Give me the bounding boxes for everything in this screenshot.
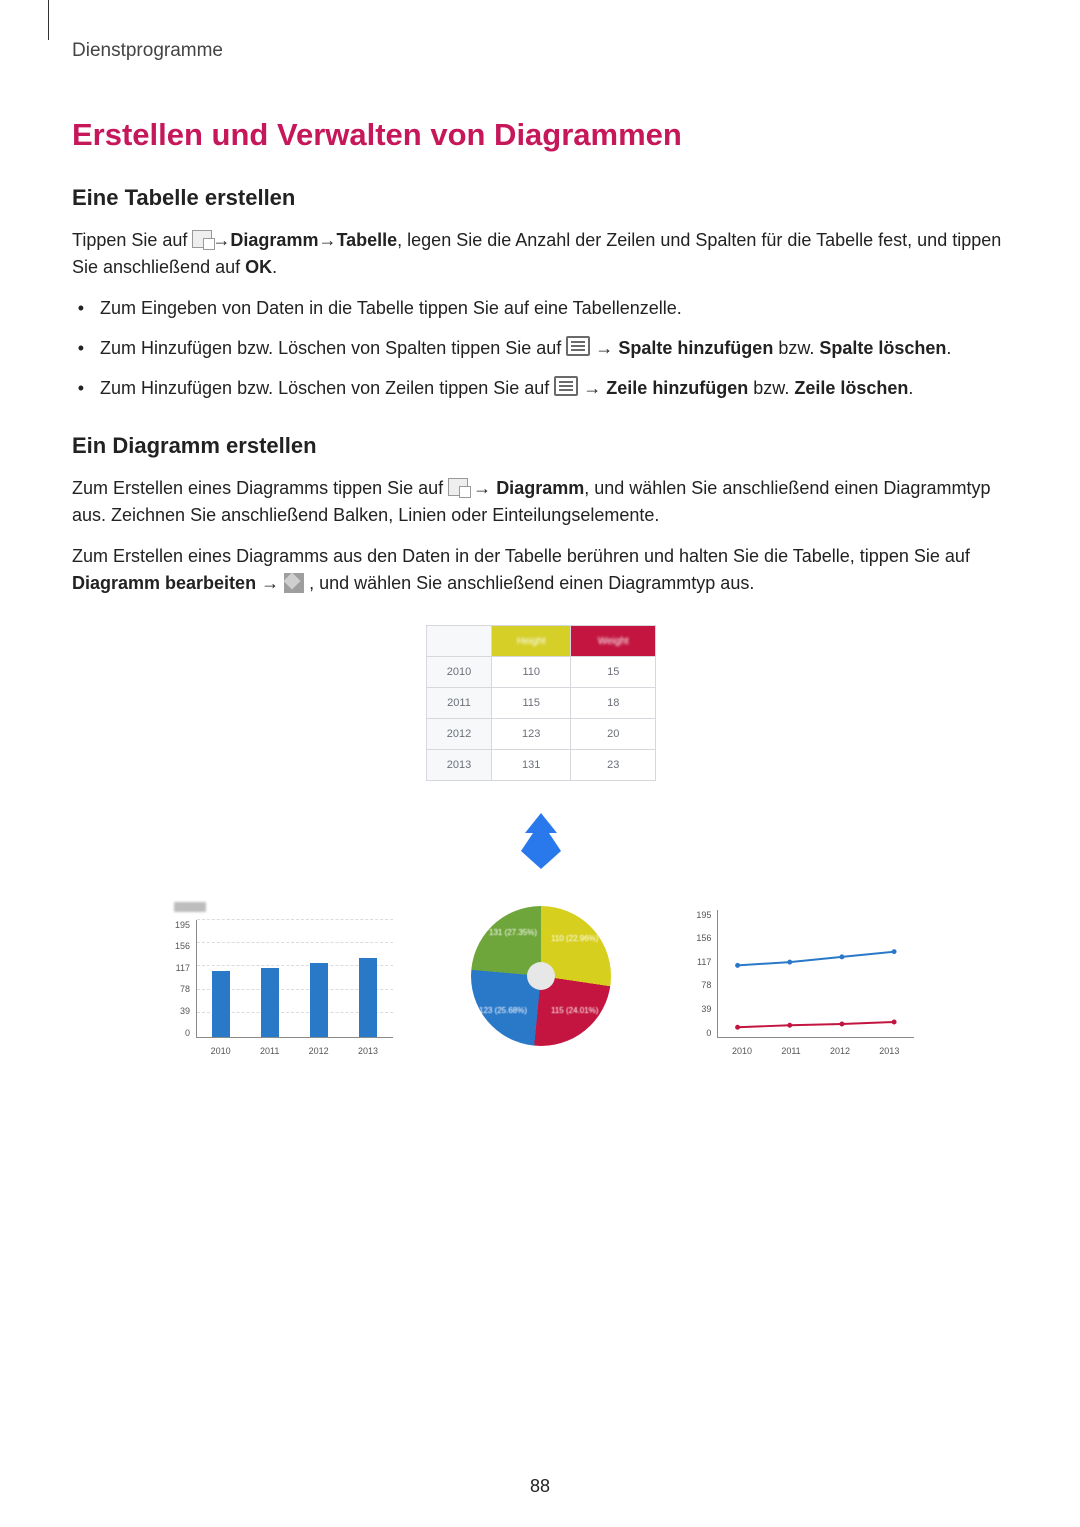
heading-diagram-create: Ein Diagramm erstellen [72,433,1010,459]
paragraph-diagram-1: Zum Erstellen eines Diagramms tippen Sie… [72,475,1010,529]
app-icon [192,230,212,248]
menu-icon [566,336,590,356]
charts-row: 195 156 117 78 39 0 2010 2011 2012 2013 [72,896,1010,1056]
list-item: Zum Hinzufügen bzw. Löschen von Zeilen t… [94,375,1010,403]
section-breadcrumb: Dienstprogramme [72,40,1010,62]
bar-chart: 195 156 117 78 39 0 2010 2011 2012 2013 [162,896,399,1056]
bullet-list-table: Zum Eingeben von Daten in die Tabelle ti… [72,295,1010,403]
example-table: Height Weight 201011015 201111518 201212… [426,625,656,781]
arrow-down-icon [513,811,569,871]
page-content: Dienstprogramme Erstellen und Verwalten … [0,0,1080,1056]
pie-chart: 131 (27.35%) 110 (22.96%) 115 (24.01%) 1… [423,896,660,1056]
list-item: Zum Hinzufügen bzw. Löschen von Spalten … [94,335,1010,363]
heading-table-create: Eine Tabelle erstellen [72,185,1010,211]
menu-icon [554,376,578,396]
paragraph-intro-table: Tippen Sie auf → Diagramm → Tabelle, leg… [72,227,1010,281]
heading-main: Erstellen und Verwalten von Diagrammen [72,117,1010,153]
line-chart: 195 156 117 78 39 0 2010 2011 2012 2013 [683,896,920,1056]
paragraph-diagram-2: Zum Erstellen eines Diagramms aus den Da… [72,543,1010,597]
list-item: Zum Eingeben von Daten in die Tabelle ti… [94,295,1010,323]
edit-icon [284,573,304,593]
app-icon [448,478,468,496]
page-number: 88 [0,1476,1080,1497]
